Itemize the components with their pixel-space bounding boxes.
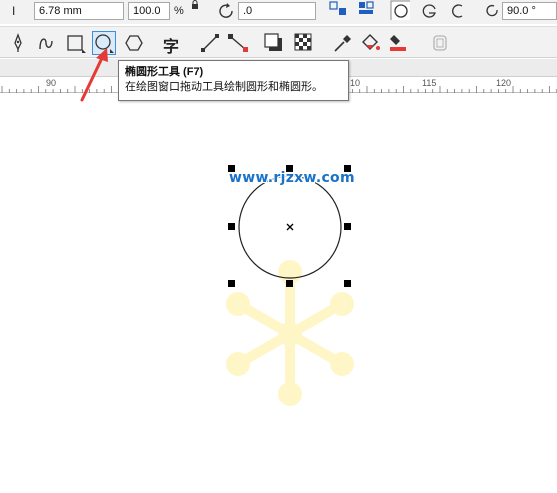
selection-handle-bottom-left[interactable] xyxy=(228,280,235,287)
tooltip-description: 在绘图窗口拖动工具绘制圆形和椭圆形。 xyxy=(125,81,323,93)
center-mark-icon xyxy=(286,223,294,231)
tooltip-title: 椭圆形工具 (F7) xyxy=(125,66,204,78)
red-arrow-annotation xyxy=(80,48,108,102)
selection-handle-bottom[interactable] xyxy=(286,280,293,287)
ellipse-tool-tooltip: 椭圆形工具 (F7) 在绘图窗口拖动工具绘制圆形和椭圆形。 xyxy=(118,60,349,101)
selection-handle-bottom-right[interactable] xyxy=(344,280,351,287)
selection-handle-right[interactable] xyxy=(344,223,351,230)
watermark-text: www.rjzxw.com xyxy=(229,170,355,186)
selection-handle-left[interactable] xyxy=(228,223,235,230)
coreldraw-window: Ι 6.78 mm 100.0 % .0 90.0 ° 字 90 10 115 … xyxy=(0,0,557,493)
